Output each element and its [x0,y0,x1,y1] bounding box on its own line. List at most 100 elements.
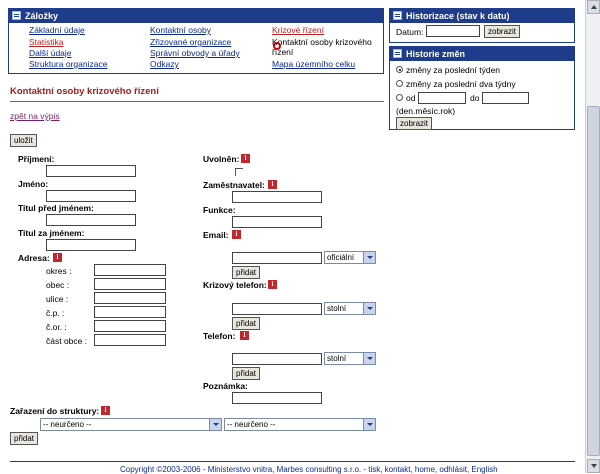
link-odkazy[interactable]: Odkazy [150,59,179,69]
date-format-hint: (den.měsíc.rok) [396,106,456,116]
email-pridat-button[interactable]: přidat [232,266,261,279]
cislo-popisne-input[interactable] [94,306,166,318]
ulice-input[interactable] [94,292,166,304]
krizovy-telefon-input[interactable] [232,303,322,315]
save-button[interactable]: uložit [10,134,37,147]
page-title: Kontaktní osoby krizového řízení [10,86,159,97]
link-mapa-uzemniho-celku[interactable]: Mapa územního celku [272,59,355,69]
link-zakladni-udaje[interactable]: Základní údaje [29,25,85,35]
scroll-down-button[interactable] [587,459,600,473]
scroll-up-button[interactable] [587,0,600,14]
email-input[interactable] [232,252,322,264]
chevron-down-icon [363,252,375,263]
funkce-label: Funkce: [203,205,236,215]
link-statistika[interactable]: Statistika [29,37,64,47]
panel-icon [393,49,402,58]
uvolnen-checkbox[interactable] [235,168,243,176]
info-icon[interactable]: i [241,154,250,163]
link-kontaktni-osoby[interactable]: Kontaktní osoby [150,25,211,35]
info-icon[interactable]: i [232,230,241,239]
krizovy-telefon-type-select[interactable]: stolní [324,302,376,315]
cislo-orientacni-input[interactable] [94,320,166,332]
cislo-orientacni-label: č.or. : [46,322,67,332]
poznamka-label: Poznámka: [203,381,248,391]
od-input[interactable] [418,92,466,104]
zamestnavatel-label: Zaměstnavatel: [203,180,265,190]
link-zrizovane-organizace[interactable]: Zřizované organizace [150,37,231,47]
historie-title: Historie změn [406,49,466,59]
radio-posledni-dva-tydny[interactable] [396,80,403,87]
zalozky-panel: Záložky Základní údaje Statistika Další … [8,8,384,74]
poznamka-input[interactable] [232,392,322,404]
arrow-down-icon [590,464,597,468]
telefon-type-select[interactable]: stolní [324,352,376,365]
scroll-thumb[interactable] [587,106,600,456]
zalozky-title: Záložky [25,11,59,21]
historizace-zobrazit-button[interactable]: zobrazit [484,25,521,38]
telefon-pridat-button[interactable]: přidat [232,367,261,380]
datum-input[interactable] [426,25,480,37]
historizace-header: Historizace (stav k datu) [390,9,574,23]
krizovy-telefon-type-value: stolní [327,304,347,313]
historie-header: Historie změn [390,47,574,61]
current-tab-kontaktni-osoby-kr: Kontaktní osoby krizového řízení [272,37,372,57]
link-krizove-rizeni[interactable]: Krizové řízení [272,25,324,35]
email-type-select[interactable]: oficiální [324,251,376,264]
okres-input[interactable] [94,264,166,276]
titul-za-label: Titul za jménem: [18,228,85,238]
link-struktura-organizace[interactable]: Struktura organizace [29,59,107,69]
zarazeni-pridat-button[interactable]: přidat [10,432,39,445]
info-icon[interactable]: i [53,253,62,262]
telefon-label: Telefon: [203,331,236,341]
historie-panel: Historie změn změny za poslední týden zm… [389,46,575,130]
email-label: Email: [203,230,229,240]
info-icon[interactable]: i [240,331,249,340]
obec-label: obec : [46,280,70,290]
chevron-down-icon [363,353,375,364]
link-dalsi-udaje[interactable]: Další údaje [29,48,72,58]
do-input[interactable] [482,92,529,104]
ulice-label: ulice : [46,294,69,304]
krizovy-telefon-label: Krizový telefon: [203,280,267,290]
info-icon[interactable]: i [268,180,277,189]
panel-icon [393,11,402,20]
titul-pred-input[interactable] [46,214,136,226]
krizovy-telefon-pridat-button[interactable]: přidat [232,317,261,330]
radio-posledni-tyden-label: změny za poslední týden [406,65,501,75]
zalozky-header: Záložky [9,9,383,23]
adresa-label: Adresa: [18,253,50,263]
cast-obce-input[interactable] [94,334,166,346]
zarazeni-select-1[interactable]: -- neurčeno -- [40,418,222,431]
titul-za-input[interactable] [46,239,136,251]
heading-divider [10,101,384,102]
zarazeni-select-2[interactable]: -- neurčeno -- [224,418,376,431]
radio-posledni-dva-tydny-label: změny za poslední dva týdny [406,79,516,89]
jmeno-label: Jméno: [18,179,49,189]
arrow-up-icon [590,5,597,9]
zarazeni-select-1-value: -- neurčeno -- [43,420,92,429]
footer-divider [10,461,575,462]
prijmeni-label: Příjmení: [18,154,55,164]
jmeno-input[interactable] [46,190,136,202]
historie-zobrazit-button[interactable]: zobrazit [396,117,433,130]
datum-label: Datum: [396,27,424,37]
obec-input[interactable] [94,278,166,290]
historizace-panel: Historizace (stav k datu) Datum: zobrazi… [389,8,575,43]
back-to-list-link[interactable]: zpět na výpis [10,111,60,121]
radio-posledni-tyden[interactable] [396,66,403,73]
uvolnen-label: Uvolněn: [203,154,240,164]
link-spravni-obvody[interactable]: Správní obvody a úřady [150,48,240,58]
zamestnavatel-input[interactable] [232,191,322,203]
prijmeni-input[interactable] [46,165,136,177]
funkce-input[interactable] [232,216,322,228]
radio-od-do[interactable] [396,94,403,101]
info-icon[interactable]: i [101,406,110,415]
do-label: do [470,93,480,103]
historizace-title: Historizace (stav k datu) [406,11,510,21]
telefon-type-value: stolní [327,354,347,363]
chevron-down-icon [209,419,221,430]
telefon-input[interactable] [232,353,322,365]
vertical-scrollbar[interactable] [585,0,600,473]
info-icon[interactable]: i [268,280,277,289]
okres-label: okres : [46,266,72,276]
